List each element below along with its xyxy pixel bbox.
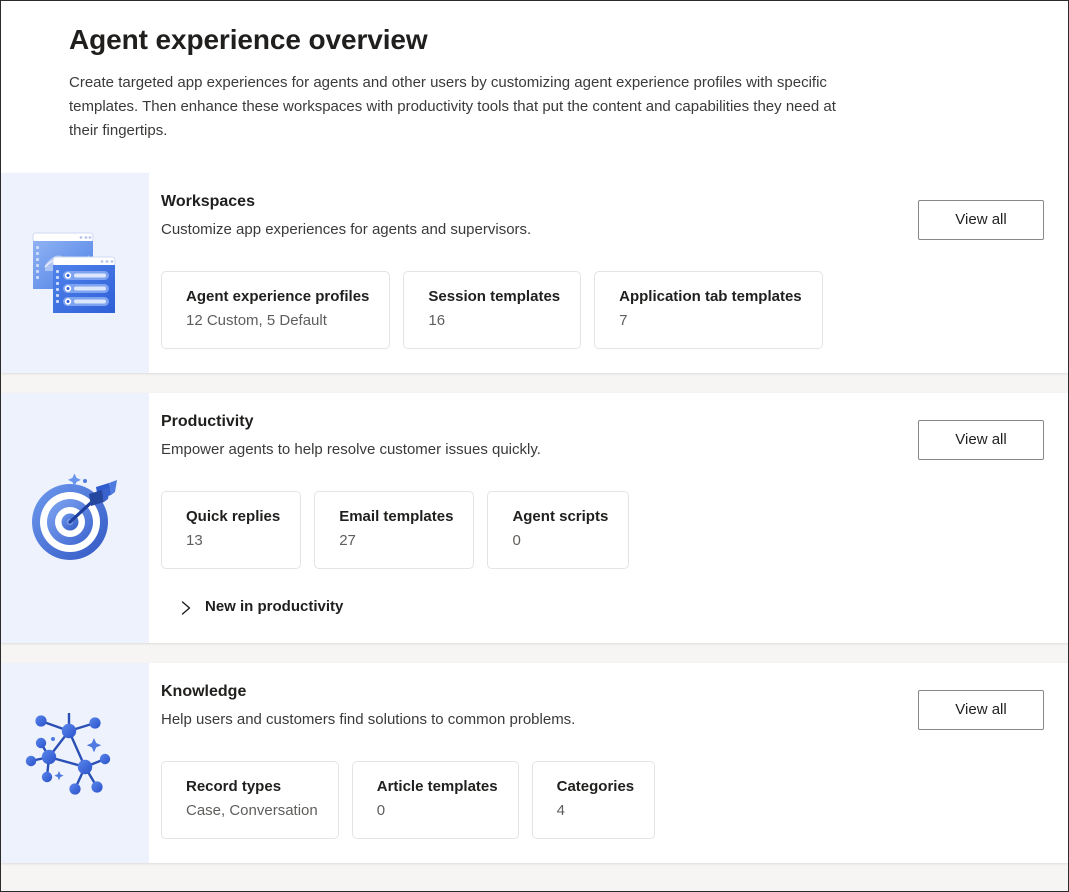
page-title: Agent experience overview [69,23,1068,57]
tile-article-templates[interactable]: Article templates 0 [352,761,519,839]
tile-label: Quick replies [186,506,280,528]
knowledge-head-text: Knowledge Help users and customers find … [161,681,575,731]
tile-label: Email templates [339,506,453,528]
tile-value: 16 [428,310,560,332]
knowledge-tiles: Record types Case, Conversation Article … [161,761,1068,839]
chevron-right-icon [179,600,193,614]
knowledge-body: Knowledge Help users and customers find … [149,663,1068,863]
tile-value: 12 Custom, 5 Default [186,310,369,332]
workspaces-view-all-button[interactable]: View all [918,200,1044,240]
workspaces-subtitle: Customize app experiences for agents and… [161,219,531,241]
tile-label: Application tab templates [619,286,802,308]
section-card-workspaces: Workspaces Customize app experiences for… [1,173,1068,373]
knowledge-subtitle: Help users and customers find solutions … [161,709,575,731]
network-nodes-icon [23,713,127,813]
productivity-head-text: Productivity Empower agents to help reso… [161,411,541,461]
tile-email-templates[interactable]: Email templates 27 [314,491,474,569]
productivity-subtitle: Empower agents to help resolve customer … [161,439,541,461]
page-description: Create targeted app experiences for agen… [69,71,859,143]
productivity-view-all-button[interactable]: View all [918,420,1044,460]
section-card-productivity: Productivity Empower agents to help reso… [1,393,1068,643]
workspaces-illustration-pane [1,173,149,373]
knowledge-head-row: Knowledge Help users and customers find … [161,681,1068,731]
knowledge-view-all-button[interactable]: View all [918,690,1044,730]
tile-quick-replies[interactable]: Quick replies 13 [161,491,301,569]
new-in-productivity-expander[interactable]: New in productivity [179,597,343,617]
productivity-heading: Productivity [161,411,541,433]
tile-value: 13 [186,530,280,552]
knowledge-heading: Knowledge [161,681,575,703]
workspaces-body: Workspaces Customize app experiences for… [149,173,1068,373]
tile-record-types[interactable]: Record types Case, Conversation [161,761,339,839]
target-dartboard-icon [25,471,125,565]
tile-value: Case, Conversation [186,800,318,822]
productivity-tiles: Quick replies 13 Email templates 27 Agen… [161,491,1068,569]
tile-label: Agent scripts [512,506,608,528]
new-in-productivity-label: New in productivity [205,597,343,617]
tile-label: Article templates [377,776,498,798]
workspaces-head-row: Workspaces Customize app experiences for… [161,191,1068,241]
workspaces-head-text: Workspaces Customize app experiences for… [161,191,531,241]
tile-value: 7 [619,310,802,332]
tile-label: Categories [557,776,635,798]
tile-agent-scripts[interactable]: Agent scripts 0 [487,491,629,569]
section-card-knowledge: Knowledge Help users and customers find … [1,663,1068,863]
tile-value: 27 [339,530,453,552]
tile-agent-experience-profiles[interactable]: Agent experience profiles 12 Custom, 5 D… [161,271,390,349]
workspaces-heading: Workspaces [161,191,531,213]
page-header: Agent experience overview Create targete… [1,1,1068,173]
tile-application-tab-templates[interactable]: Application tab templates 7 [594,271,823,349]
productivity-head-row: Productivity Empower agents to help reso… [161,411,1068,461]
tile-label: Record types [186,776,318,798]
productivity-body: Productivity Empower agents to help reso… [149,393,1068,643]
tile-categories[interactable]: Categories 4 [532,761,656,839]
tile-value: 0 [512,530,608,552]
tile-value: 0 [377,800,498,822]
workspaces-tiles: Agent experience profiles 12 Custom, 5 D… [161,271,1068,349]
knowledge-illustration-pane [1,663,149,863]
tile-label: Agent experience profiles [186,286,369,308]
tile-value: 4 [557,800,635,822]
tile-label: Session templates [428,286,560,308]
tile-session-templates[interactable]: Session templates 16 [403,271,581,349]
agent-experience-overview-page: Agent experience overview Create targete… [0,0,1069,892]
productivity-illustration-pane [1,393,149,643]
browser-windows-icon [27,227,123,319]
